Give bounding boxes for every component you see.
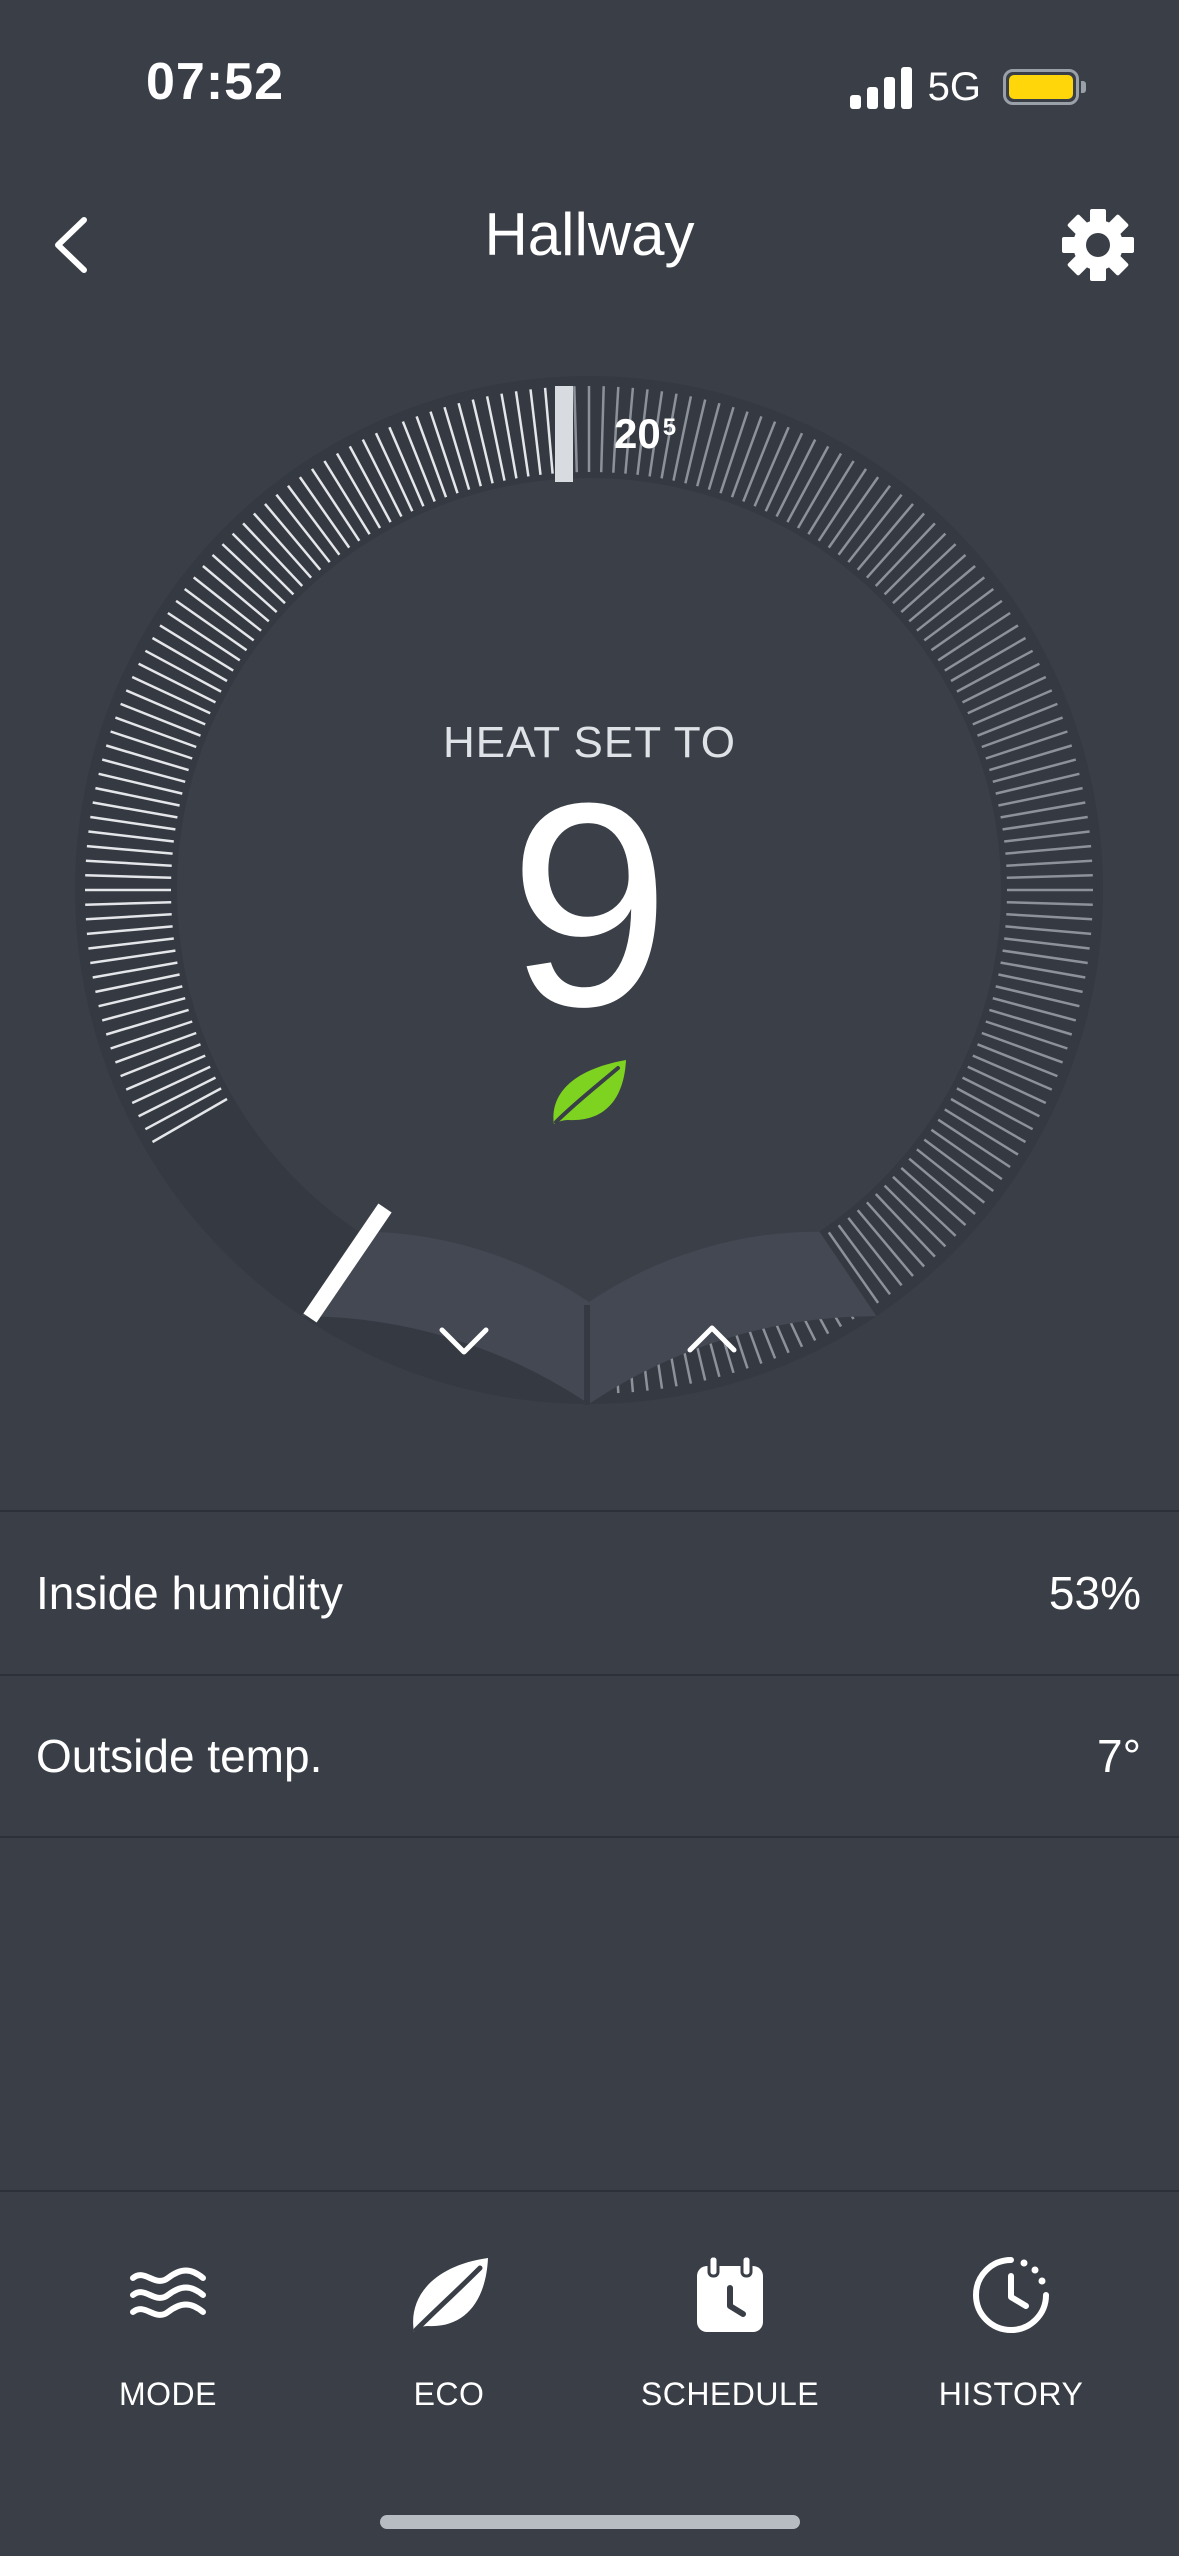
- humidity-label: Inside humidity: [36, 1567, 343, 1619]
- nav-mode[interactable]: MODE: [28, 2194, 308, 2414]
- humidity-row: Inside humidity 53%: [0, 1510, 1179, 1674]
- nav-eco[interactable]: ECO: [309, 2194, 589, 2414]
- outside-temp-label: Outside temp.: [36, 1730, 323, 1782]
- outside-temp-row: Outside temp. 7°: [0, 1674, 1179, 1838]
- nav-history[interactable]: HISTORY: [871, 2194, 1151, 2414]
- nav-schedule-label: SCHEDULE: [640, 2376, 820, 2412]
- current-temp-whole: 20: [614, 410, 661, 457]
- humidity-value: 53%: [1048, 1567, 1141, 1619]
- history-icon: [973, 2257, 1049, 2333]
- setpoint-value: 9: [508, 743, 671, 1067]
- leaf-icon: [553, 1060, 626, 1124]
- calendar-clock-icon: [697, 2254, 763, 2332]
- current-temp-fraction: 5: [662, 414, 677, 441]
- nav-history-label: HISTORY: [938, 2376, 1084, 2412]
- thermostat-screen: 07:52 5G Hallway 205 HEAT SET TO 9 Insid…: [0, 0, 1179, 2556]
- leaf-icon: [413, 2258, 488, 2333]
- waves-icon: [130, 2267, 206, 2318]
- nav-eco-label: ECO: [413, 2376, 485, 2412]
- outside-temp-value: 7°: [1097, 1730, 1141, 1782]
- nav-mode-label: MODE: [119, 2376, 217, 2412]
- bottom-nav: MODE ECO SCHEDULE HISTORY: [0, 2190, 1179, 2556]
- home-indicator: [380, 2515, 800, 2529]
- nav-schedule[interactable]: SCHEDULE: [590, 2194, 870, 2414]
- current-temp-label: 205: [614, 410, 676, 458]
